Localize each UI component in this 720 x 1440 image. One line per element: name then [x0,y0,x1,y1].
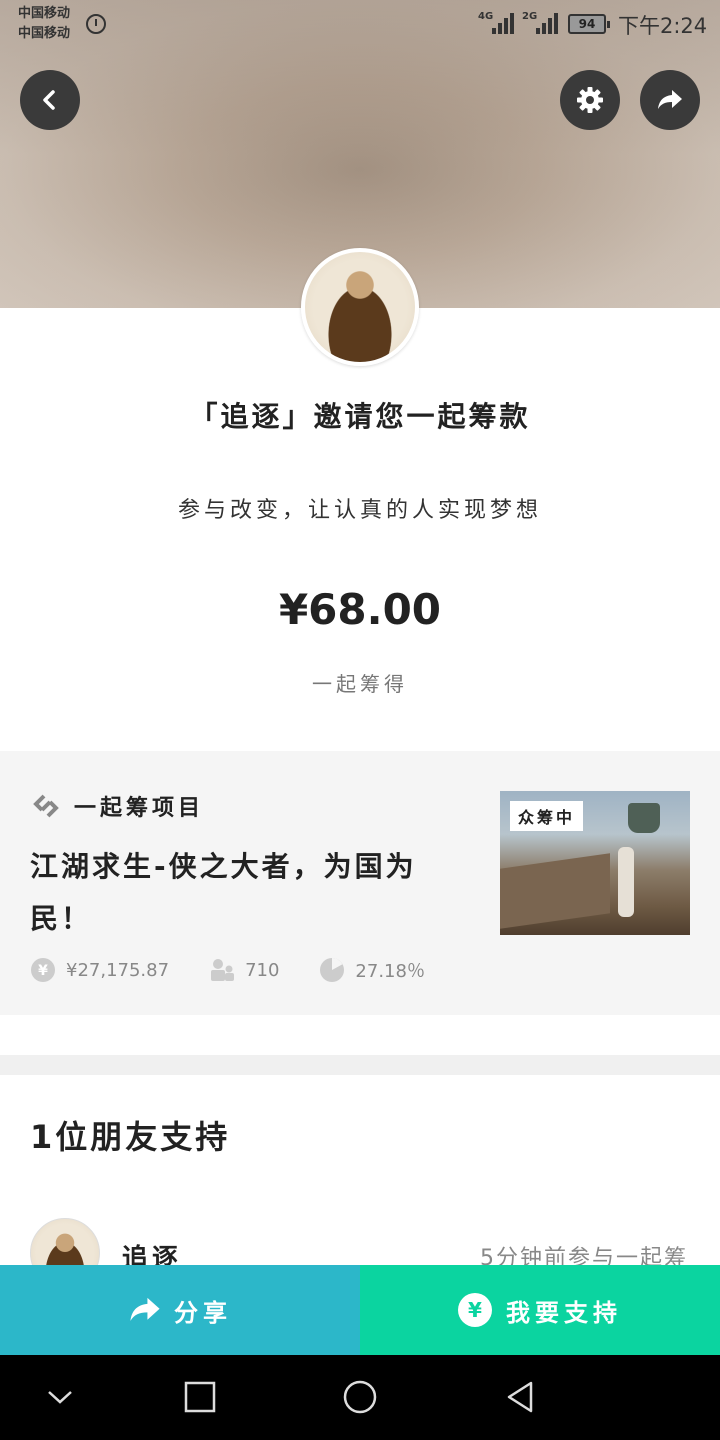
stat-backers: 710 [209,957,279,983]
share-button-label: 分享 [174,1298,232,1327]
section-divider [0,1055,720,1075]
project-stats: ¥ ¥27,175.87 710 27.18％ [30,957,465,983]
supporter-avatar [30,1218,100,1266]
status-bar: 中国移动 中国移动 4G 2G 94 下午2:24 [0,0,720,50]
supporter-row[interactable]: 追逐 5分钟前参与一起筹 [0,1218,720,1266]
carrier-info: 中国移动 中国移动 [18,6,71,41]
share-arrow-icon [658,90,682,109]
inviter-avatar [301,248,419,366]
chevron-left-icon [43,90,55,110]
share-arrow-icon [130,1297,160,1321]
support-button[interactable]: ¥ 我要支持 [360,1265,720,1355]
nav-home-button[interactable] [338,1375,382,1419]
settings-button[interactable] [560,70,620,130]
yen-icon: ¥ [458,1293,492,1327]
supporter-name: 追逐 [122,1244,183,1266]
signal-icon [492,12,514,34]
square-icon [184,1381,216,1413]
signal-icon [536,12,558,34]
stopwatch-icon [86,14,106,34]
status-time: 下午2:24 [618,14,708,38]
project-section-label: 一起筹项目 [74,796,205,821]
stat-backers-value: 710 [245,959,280,981]
triangle-back-icon [507,1381,533,1413]
nav-back-button[interactable] [498,1375,542,1419]
chevron-down-icon [48,1391,72,1404]
network-type-1: 4G [478,11,494,22]
project-image[interactable]: 众筹中 [500,791,690,935]
share-button[interactable]: 分享 [0,1265,360,1355]
raised-amount-label: 一起筹得 [312,672,408,696]
people-icon [211,959,235,981]
yen-icon: ¥ [31,958,55,982]
gear-icon [577,87,603,113]
supporters-title: 1位朋友支持 [30,1118,231,1156]
battery-icon: 94 [568,14,610,34]
system-nav-bar [0,1355,720,1440]
stat-raised-value: ¥27,175.87 [66,959,170,981]
project-card[interactable]: 一起筹项目 江湖求生-侠之大者，为国为民！ ¥ ¥27,175.87 710 2… [0,751,720,1015]
project-name[interactable]: 江湖求生-侠之大者，为国为民！ [30,841,470,945]
raised-amount: ¥68.00 [278,585,442,634]
link-icon [33,794,59,818]
support-button-label: 我要支持 [506,1298,622,1327]
svg-text:¥: ¥ [38,963,48,979]
project-section-header: 一起筹项目 [30,789,204,823]
stat-progress: 27.18％ [319,957,425,983]
nav-collapse-button[interactable] [38,1375,82,1419]
share-top-button[interactable] [640,70,700,130]
bottom-action-bar: 分享 ¥ 我要支持 [0,1265,720,1355]
nav-recents-button[interactable] [178,1375,222,1419]
pie-chart-icon [320,958,345,982]
stat-progress-value: 27.18％ [355,961,425,982]
crowdfunding-badge: 众筹中 [510,801,584,831]
invite-title: 「追逐」邀请您一起筹款 [189,400,531,433]
network-type-2: 2G [522,11,538,22]
stat-raised: ¥ ¥27,175.87 [30,957,169,983]
invite-subtitle: 参与改变，让认真的人实现梦想 [177,498,542,523]
circle-icon [343,1380,377,1414]
back-button[interactable] [20,70,80,130]
supporter-time: 5分钟前参与一起筹 [480,1246,688,1266]
